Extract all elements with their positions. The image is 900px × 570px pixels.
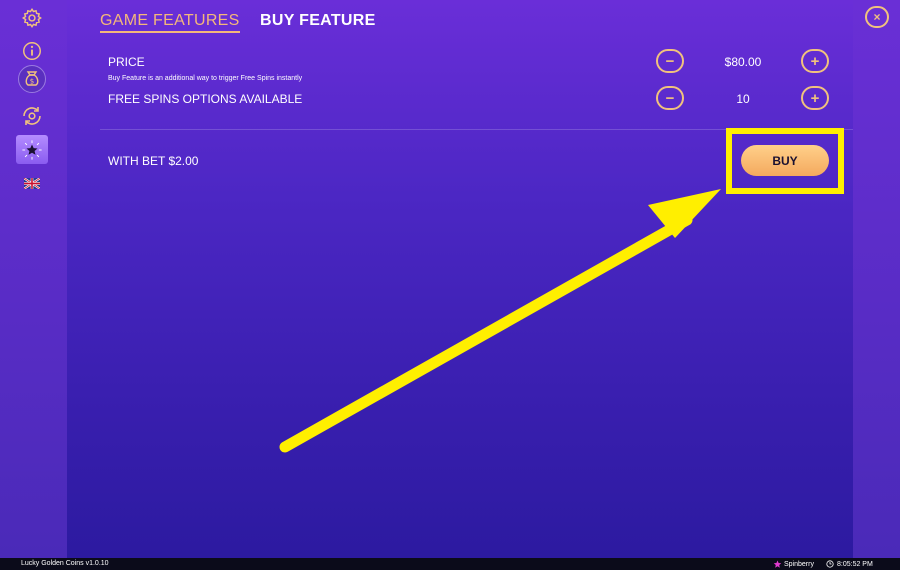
settings-button[interactable] <box>16 3 48 33</box>
buy-feature-button[interactable] <box>16 135 48 164</box>
clock: 8:05:52 PM <box>826 560 873 568</box>
close-button[interactable]: × <box>865 6 889 28</box>
autoplay-icon <box>23 107 41 125</box>
info-button[interactable] <box>16 36 48 66</box>
coin-bag-icon: $ <box>18 65 46 93</box>
gear-icon <box>21 7 42 29</box>
clock-time: 8:05:52 PM <box>837 560 873 568</box>
language-button[interactable] <box>16 172 48 194</box>
uk-flag-icon <box>24 177 40 189</box>
info-icon <box>23 42 41 60</box>
main-panel: GAME FEATURES BUY FEATURE PRICE Buy Feat… <box>67 0 853 558</box>
annotation-arrow <box>279 189 721 453</box>
spinberry-logo-icon <box>773 560 782 568</box>
paytable-button[interactable]: $ <box>16 63 48 95</box>
footer-bar: Lucky Golden Coins v1.0.10 Spinberry 8:0… <box>0 558 900 570</box>
svg-text:$: $ <box>30 78 34 86</box>
game-version: Lucky Golden Coins v1.0.10 <box>21 560 109 567</box>
autoplay-button[interactable] <box>16 101 48 131</box>
sidebar: $ <box>0 0 67 558</box>
clock-icon <box>826 560 834 568</box>
star-burst-icon <box>22 139 42 160</box>
brand-name: Spinberry <box>784 561 814 568</box>
right-bar: × <box>853 0 900 558</box>
close-icon: × <box>873 10 881 24</box>
brand: Spinberry <box>773 560 814 569</box>
